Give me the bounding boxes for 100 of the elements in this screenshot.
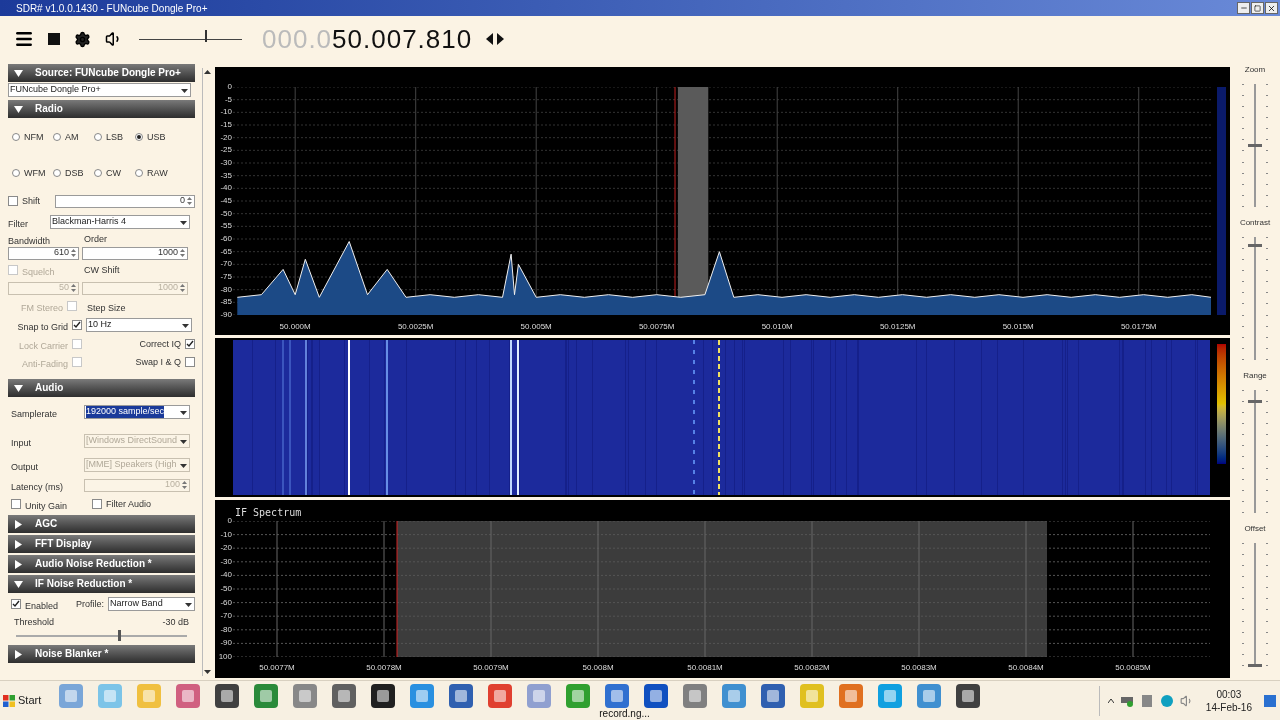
number-field[interactable]: 1000: [82, 246, 188, 260]
field-label: Correct IQ: [139, 339, 181, 349]
scroll-up-icon[interactable]: [203, 68, 212, 77]
section-header[interactable]: Radio: [8, 100, 195, 118]
close-button[interactable]: [1265, 2, 1278, 14]
caret-icon: [14, 68, 23, 78]
task-label[interactable]: record.ng...: [599, 707, 650, 719]
axis-label: -15: [219, 121, 232, 129]
clock-date: 14-Feb-16: [1205, 700, 1252, 714]
start-button[interactable]: Start: [0, 685, 45, 716]
checkbox[interactable]: [8, 196, 18, 206]
radio-button[interactable]: [53, 169, 61, 177]
window-title: SDR# v1.0.0.1430 - FUNcube Dongle Pro+: [16, 1, 209, 16]
radio-label: RAW: [147, 168, 168, 178]
section-header[interactable]: FFT Display: [8, 535, 195, 553]
radio-button[interactable]: [135, 169, 143, 177]
checkmark-icon: [186, 340, 194, 348]
axis-label: 50.0025M: [397, 321, 434, 333]
axis-label: 50.0175M: [1120, 321, 1157, 333]
checkbox[interactable]: [11, 499, 21, 509]
axis-label: -70: [219, 260, 232, 269]
section-header[interactable]: Audio Noise Reduction *: [8, 555, 195, 573]
caret-icon: [14, 649, 23, 659]
number-field[interactable]: 610: [8, 246, 79, 260]
axis-label: 50.0085M: [1115, 662, 1151, 674]
dropdown[interactable]: FUNcube Dongle Pro+: [8, 83, 191, 97]
radio-button[interactable]: [12, 169, 20, 177]
axis-label: -30: [219, 557, 232, 566]
field-label: Shift: [22, 196, 40, 206]
section-header[interactable]: Noise Blanker *: [8, 645, 195, 663]
radio-button[interactable]: [12, 133, 20, 141]
menu-icon[interactable]: [14, 29, 34, 49]
dropdown[interactable]: Narrow Band: [108, 597, 195, 611]
field-label: Bandwidth: [8, 235, 51, 246]
field-label: Lock Carrier: [19, 341, 68, 351]
section-header[interactable]: AGC: [8, 515, 195, 533]
volume-thumb[interactable]: [204, 29, 207, 42]
scroll-down-icon[interactable]: [203, 667, 212, 676]
field-label: Input: [11, 438, 32, 448]
field-label: Squelch: [22, 267, 55, 277]
radio-button[interactable]: [53, 133, 61, 141]
slider-thumb[interactable]: [1248, 243, 1262, 247]
axis-label: 50.0125M: [879, 321, 916, 333]
radio-label: NFM: [24, 132, 44, 142]
section-header[interactable]: Source: FUNcube Dongle Pro+: [8, 64, 195, 82]
radio-button[interactable]: [135, 133, 143, 141]
settings-icon[interactable]: [74, 30, 91, 48]
radio-label: CW: [106, 168, 121, 178]
frequency-display: 50.007.810: [332, 26, 473, 52]
slider-thumb[interactable]: [117, 630, 121, 641]
slider-thumb[interactable]: [1248, 664, 1262, 667]
radio-button[interactable]: [94, 133, 102, 141]
axis-label: -35: [219, 171, 232, 180]
spinner-arrows-icon: [181, 480, 188, 490]
field-label: Latency (ms): [11, 482, 63, 492]
number-field[interactable]: 0: [55, 194, 195, 208]
axis-label: -60: [219, 598, 232, 607]
axis-label: -90: [219, 311, 232, 319]
field-label: Threshold: [14, 617, 55, 627]
section-header[interactable]: IF Noise Reduction *: [8, 575, 195, 593]
show-desktop-icon[interactable]: [1264, 694, 1276, 707]
chevron-up-icon[interactable]: [1107, 697, 1114, 704]
axis-label: -50: [219, 585, 232, 593]
section-header[interactable]: Audio: [8, 379, 195, 397]
spinner-arrows-icon: [186, 196, 193, 206]
caret-icon: [14, 383, 23, 393]
checkbox[interactable]: [72, 320, 82, 330]
axis-label: -80: [219, 285, 232, 294]
spinner-arrows-icon: [179, 283, 186, 293]
field-label: Anti-Fading: [21, 359, 68, 369]
checkbox[interactable]: [92, 499, 102, 509]
axis-label: -75: [219, 273, 232, 281]
slider-thumb[interactable]: [1248, 143, 1262, 147]
checkbox[interactable]: [185, 357, 195, 367]
axis-label: -85: [219, 298, 232, 307]
axis-label: -80: [219, 625, 232, 634]
dropdown[interactable]: Blackman-Harris 4: [50, 215, 190, 229]
axis-label: -40: [219, 571, 232, 580]
axis-label: 50.0084M: [1008, 662, 1044, 674]
axis-label: -90: [219, 639, 232, 648]
checkmark-icon: [12, 600, 20, 608]
axis-label: -70: [219, 612, 232, 621]
radio-button[interactable]: [94, 169, 102, 177]
minimize-button[interactable]: [1237, 2, 1250, 14]
minimize-icon: [1239, 4, 1248, 12]
axis-label: 50.0079M: [473, 662, 509, 674]
dropdown[interactable]: 10 Hz: [86, 318, 192, 332]
slider-label: Offset: [1244, 523, 1266, 535]
dropdown[interactable]: 192000 sample/sec: [84, 405, 190, 419]
radio-label: AM: [65, 132, 79, 142]
field-label: Profile:: [76, 599, 105, 609]
clock-time: 00:03: [1216, 687, 1242, 701]
tune-arrows-icon[interactable]: [486, 33, 505, 45]
checkbox[interactable]: [11, 599, 21, 609]
axis-label: -20: [219, 133, 232, 142]
checkbox[interactable]: [185, 339, 195, 349]
maximize-button[interactable]: [1251, 2, 1264, 14]
field-label: Snap to Grid: [17, 322, 68, 332]
slider-thumb[interactable]: [1248, 400, 1262, 404]
axis-label: -30: [219, 159, 232, 167]
